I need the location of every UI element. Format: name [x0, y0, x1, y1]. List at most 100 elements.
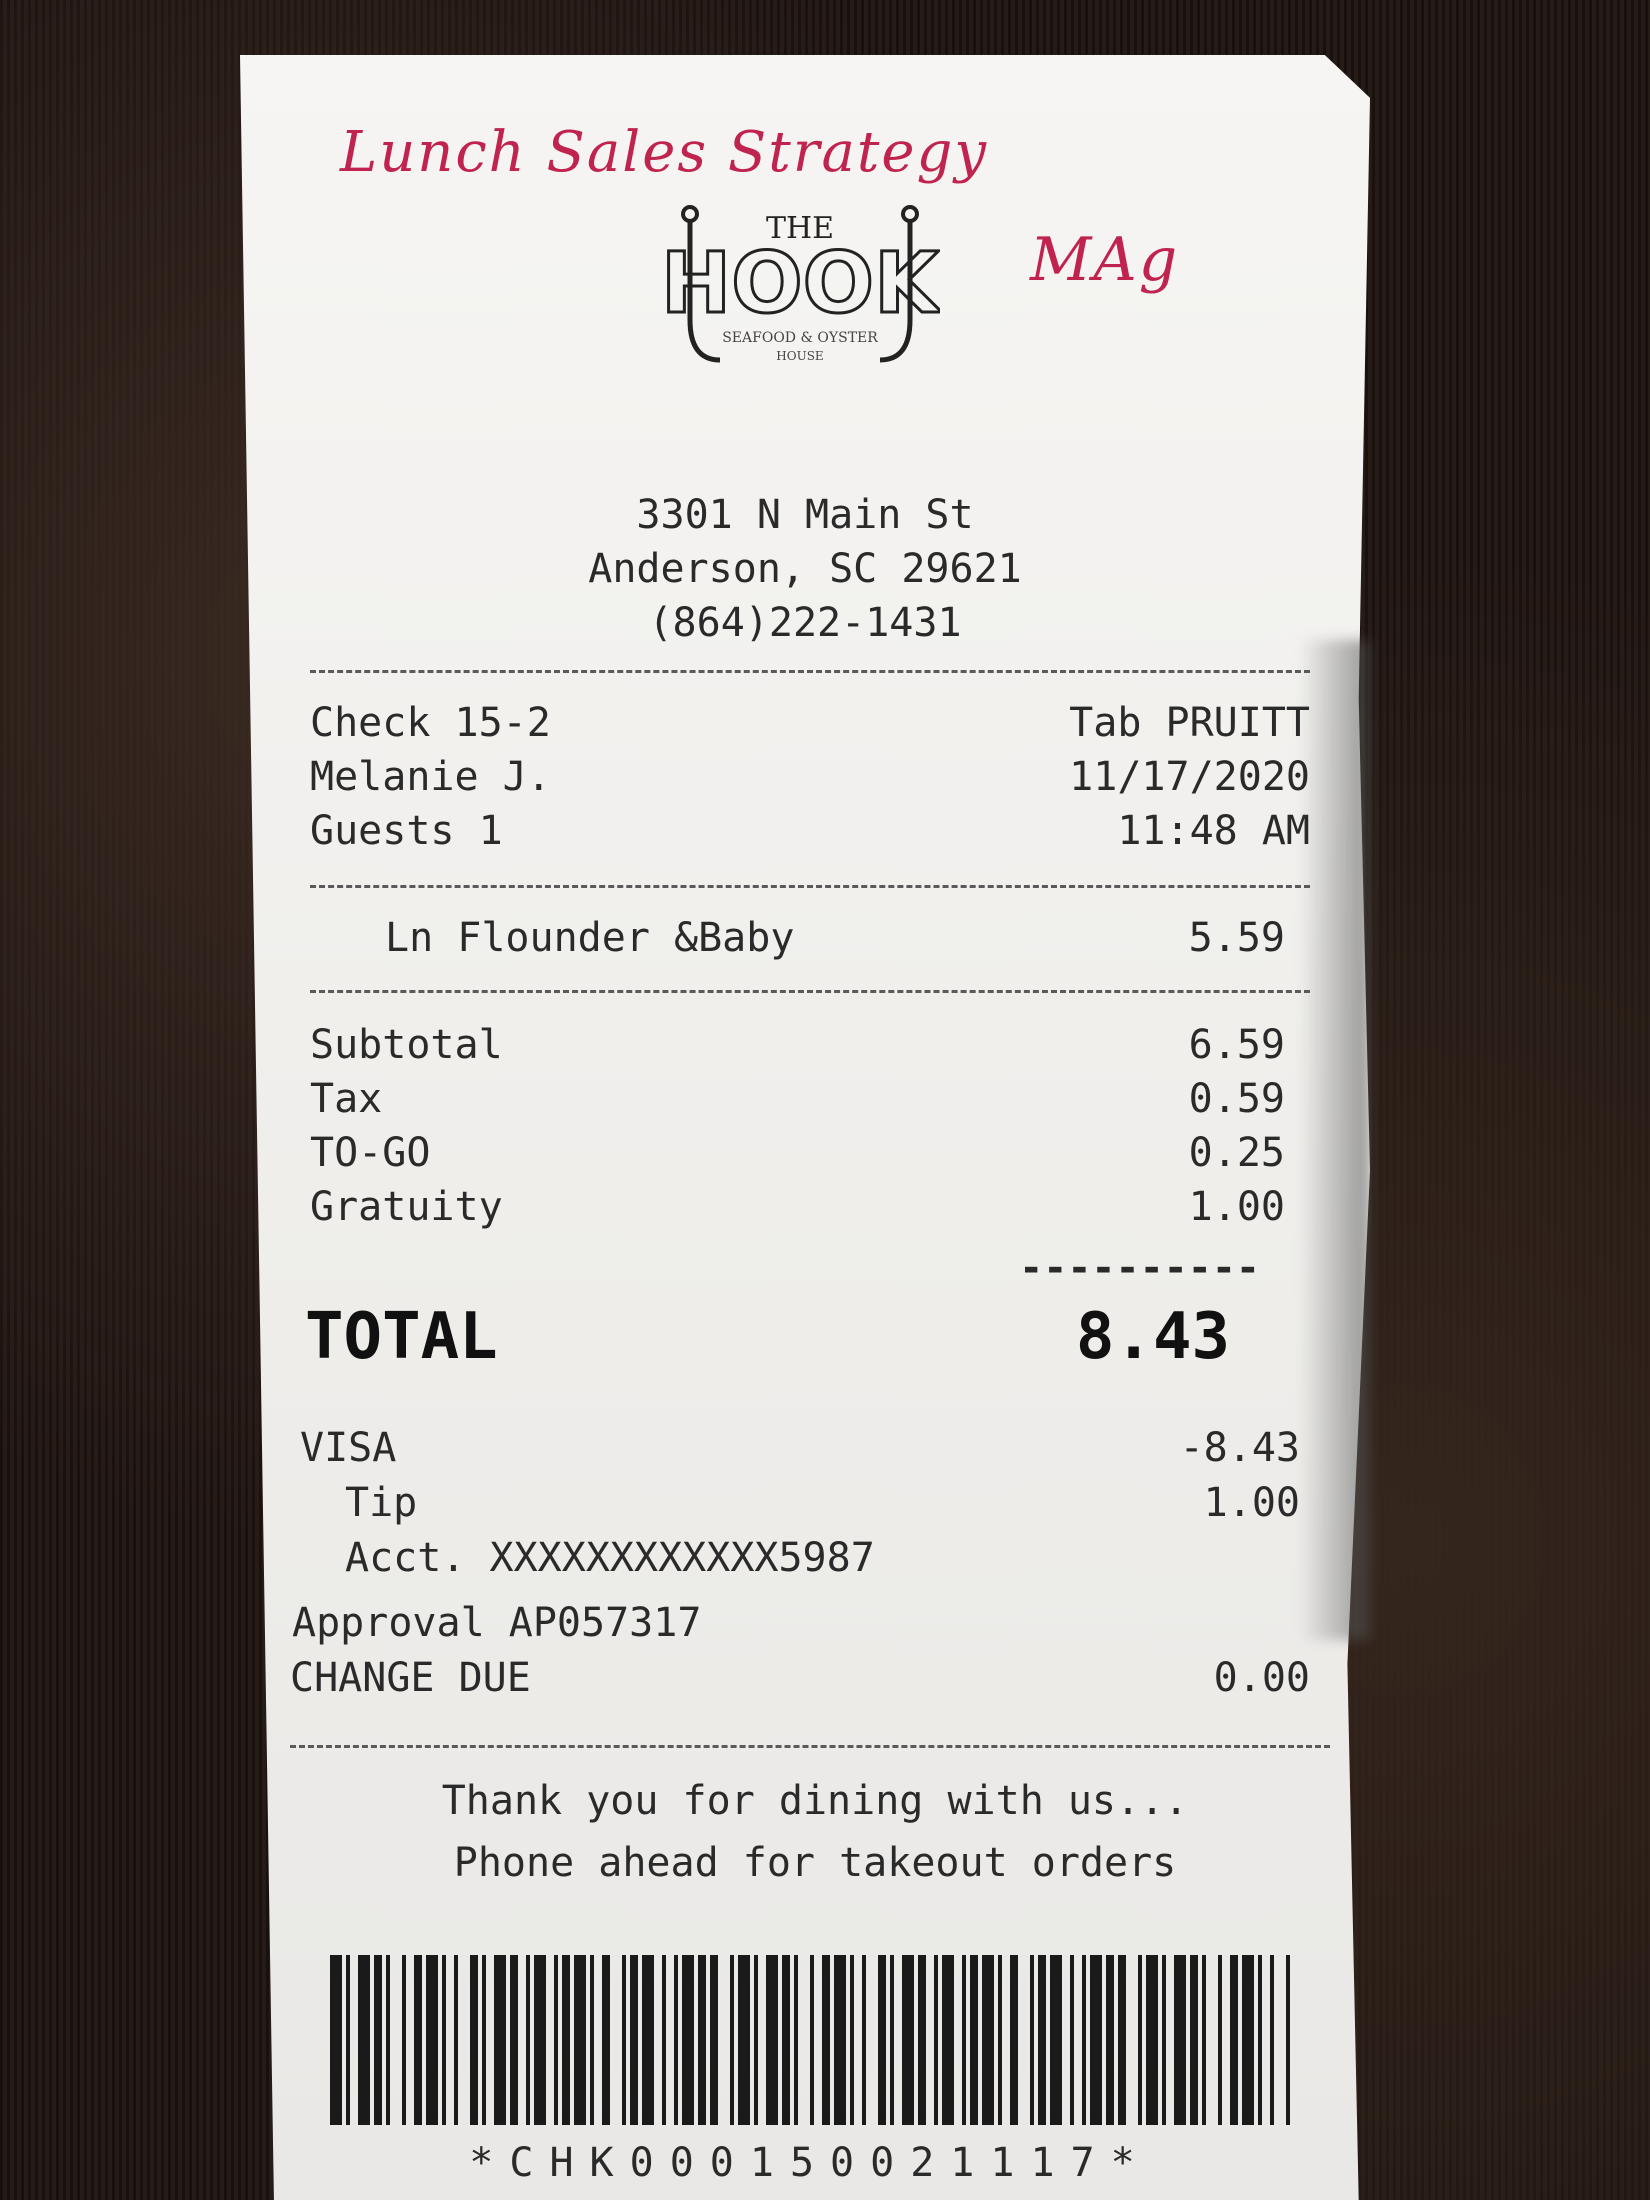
barcode-bar [794, 1955, 798, 2125]
barcode-bar [1162, 1955, 1166, 2125]
server-name: Melanie J. [310, 754, 551, 800]
barcode-bar [554, 1955, 558, 2125]
barcode-bar [862, 1955, 866, 2125]
total-separator: ---------- [1019, 1245, 1260, 1291]
barcode-bar [1010, 1955, 1018, 2125]
tip-label: Tip [345, 1480, 418, 1526]
barcode-bar [970, 1955, 978, 2125]
address-city: Anderson, SC 29621 [588, 546, 1022, 592]
check-number: Check 15-2 [310, 700, 551, 746]
barcode-bar [942, 1955, 954, 2125]
barcode-bar [358, 1955, 370, 2125]
the-hook-logo: THE HOOK SEAFOOD & OYSTER HOUSE [659, 200, 944, 390]
footer-takeout: Phone ahead for takeout orders [453, 1840, 1177, 1886]
item-name: Ln Flounder &Baby [385, 915, 795, 961]
subtotal-label: Subtotal [310, 1022, 503, 1068]
handwritten-note-title: Lunch Sales Strategy [340, 120, 989, 185]
guest-count: Guests 1 [310, 808, 503, 854]
logo-hook-text: HOOK [661, 234, 940, 332]
subtotal-value: 6.59 [1188, 1022, 1285, 1068]
barcode-bar [998, 1955, 1002, 2125]
barcode-bar [1174, 1955, 1186, 2125]
change-due-label: CHANGE DUE [290, 1655, 531, 1701]
change-due-value: 0.00 [1213, 1655, 1310, 1701]
barcode-bar [374, 1955, 382, 2125]
barcode-bar [1242, 1955, 1254, 2125]
barcode-bar [1258, 1955, 1262, 2125]
barcode-bar [330, 1955, 342, 2125]
total-label: TOTAL [305, 1300, 498, 1374]
barcode-bar [934, 1955, 938, 2125]
gratuity-value: 1.00 [1188, 1184, 1285, 1230]
barcode-bar [1202, 1955, 1206, 2125]
footer-thanks: Thank you for dining with us... [441, 1778, 1189, 1824]
divider [290, 1745, 1330, 1748]
barcode-bar [622, 1955, 626, 2125]
barcode-bar [1030, 1955, 1034, 2125]
divider [310, 670, 1310, 673]
barcode-bar [962, 1955, 966, 2125]
visa-amount: -8.43 [1179, 1425, 1300, 1471]
barcode-bar [834, 1955, 846, 2125]
togo-label: TO-GO [310, 1130, 431, 1176]
check-date: 11/17/2020 [1069, 754, 1310, 800]
barcode-bar [426, 1955, 438, 2125]
logo-subtitle-2: HOUSE [776, 349, 823, 363]
barcode-bar [674, 1955, 678, 2125]
barcode-bar [454, 1955, 458, 2125]
barcode-bar [630, 1955, 638, 2125]
barcode-bar [918, 1955, 926, 2125]
barcode-bar [510, 1955, 518, 2125]
approval-code: Approval AP057317 [292, 1600, 702, 1646]
tip-amount: 1.00 [1203, 1480, 1300, 1526]
item-price: 5.59 [1188, 915, 1285, 961]
barcode-bar [1050, 1955, 1062, 2125]
total-value: 8.43 [1075, 1300, 1230, 1374]
address-street: 3301 N Main St [636, 492, 974, 538]
barcode-bar [822, 1955, 830, 2125]
barcode-bar [1190, 1955, 1198, 2125]
barcode-bar [470, 1955, 478, 2125]
barcode-bar [494, 1955, 506, 2125]
barcode-bar [730, 1955, 734, 2125]
barcode-bar [1090, 1955, 1102, 2125]
barcode-bar [1218, 1955, 1222, 2125]
barcode-bar [1082, 1955, 1086, 2125]
barcode-bar [738, 1955, 750, 2125]
barcode-bar [878, 1955, 886, 2125]
barcode-bar [662, 1955, 666, 2125]
barcode-bar [1146, 1955, 1158, 2125]
divider [310, 990, 1310, 993]
barcode-bar [526, 1955, 530, 2125]
gratuity-label: Gratuity [310, 1184, 503, 1230]
divider [310, 885, 1310, 888]
barcode-bar [698, 1955, 706, 2125]
barcode-bar [1286, 1955, 1290, 2125]
account-number: Acct. XXXXXXXXXXXX5987 [345, 1535, 875, 1581]
barcode-bar [766, 1955, 778, 2125]
barcode-bar [1106, 1955, 1114, 2125]
barcode-bar [1038, 1955, 1046, 2125]
water-stain [1300, 640, 1370, 1640]
barcode-bar [1138, 1955, 1142, 2125]
barcode-bar [710, 1955, 718, 2125]
barcode-bar [482, 1955, 486, 2125]
barcode-bar [574, 1955, 586, 2125]
barcode-bar [754, 1955, 758, 2125]
barcode [330, 1955, 1290, 2125]
address-phone: (864)222-1431 [648, 600, 962, 646]
barcode-bar [402, 1955, 406, 2125]
togo-value: 0.25 [1188, 1130, 1285, 1176]
barcode-bar [1070, 1955, 1074, 2125]
barcode-bar [1118, 1955, 1126, 2125]
barcode-bar [810, 1955, 814, 2125]
barcode-bar [602, 1955, 610, 2125]
barcode-bar [346, 1955, 350, 2125]
barcode-bar [982, 1955, 994, 2125]
barcode-bar [642, 1955, 654, 2125]
barcode-bar [442, 1955, 446, 2125]
barcode-bar [850, 1955, 854, 2125]
handwritten-initials: MAg [1030, 225, 1180, 295]
barcode-number: *CHK000150021117* [469, 2140, 1151, 2186]
tax-value: 0.59 [1188, 1076, 1285, 1122]
